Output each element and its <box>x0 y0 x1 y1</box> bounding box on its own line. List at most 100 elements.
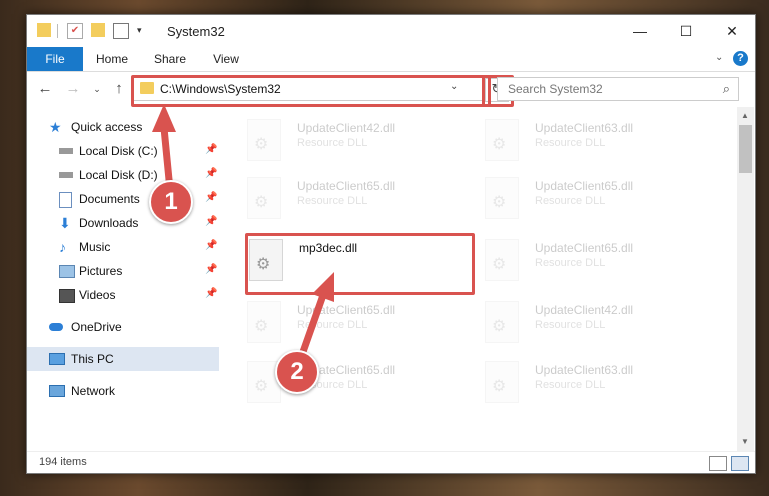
up-button[interactable]: ↑ <box>109 79 129 99</box>
navigation-bar: ← → ⌄ ↑ C:\Windows\System32 ⌄ ↻ Search S… <box>27 73 755 107</box>
file-type: Resource DLL <box>535 257 606 269</box>
step-2-badge: 2 <box>275 350 319 394</box>
dll-file-icon: ⚙ <box>485 361 519 403</box>
maximize-button[interactable]: ☐ <box>663 15 709 47</box>
documents-icon <box>59 192 72 208</box>
file-list: ⚙ UpdateClient42.dll Resource DLL ⚙ Upda… <box>223 107 735 451</box>
sidebar-item-local-disk-d[interactable]: Local Disk (D:) 📌 <box>27 163 219 187</box>
sidebar-item-network[interactable]: Network <box>27 379 219 403</box>
dll-file-icon: ⚙ <box>485 239 519 281</box>
back-button[interactable]: ← <box>35 79 55 99</box>
file-item[interactable]: ⚙ UpdateClient65.dll Resource DLL <box>247 297 467 353</box>
details-view-icon[interactable] <box>709 456 727 471</box>
window-title: System32 <box>167 24 225 39</box>
customize-icon[interactable] <box>113 23 129 39</box>
file-item[interactable]: ⚙ UpdateClient65.dll Resource DLL <box>247 173 467 229</box>
file-item[interactable]: ⚙ UpdateClient42.dll Resource DLL <box>247 115 467 171</box>
pictures-icon <box>59 265 75 278</box>
sidebar-item-label: Quick access <box>71 120 143 134</box>
sidebar-item-label: Music <box>79 240 111 254</box>
sidebar-item-label: Local Disk (C:) <box>79 144 158 158</box>
scroll-up-icon[interactable]: ▲ <box>741 111 749 120</box>
chevron-down-icon[interactable]: ▾ <box>137 23 151 37</box>
pin-icon[interactable]: 📌 <box>205 240 217 251</box>
file-item[interactable]: ⚙ UpdateClient65.dll Resource DLL <box>485 235 705 291</box>
minimize-button[interactable]: — <box>617 15 663 47</box>
sidebar-item-downloads[interactable]: ⬇ Downloads 📌 <box>27 211 219 235</box>
close-button[interactable]: ✕ <box>709 15 755 47</box>
title-bar: ✔ ▾ System32 — ☐ ✕ <box>27 15 755 47</box>
file-name: UpdateClient42.dll <box>297 121 396 135</box>
pin-icon[interactable]: 📌 <box>205 144 217 155</box>
file-explorer-window: ✔ ▾ System32 — ☐ ✕ File Home Share View … <box>26 14 756 474</box>
sidebar-item-label: Network <box>71 384 116 398</box>
search-placeholder[interactable]: Search System32 <box>508 82 603 96</box>
search-icon[interactable]: ⌕ <box>723 81 730 97</box>
expand-ribbon-icon[interactable]: ⌄ <box>715 52 723 63</box>
sidebar-item-label: OneDrive <box>71 320 122 334</box>
dll-file-icon: ⚙ <box>485 119 519 161</box>
sidebar-item-videos[interactable]: Videos 📌 <box>27 283 219 307</box>
sidebar-item-local-disk-c[interactable]: Local Disk (C:) 📌 <box>27 139 219 163</box>
new-folder-icon[interactable] <box>91 23 105 37</box>
pin-icon[interactable]: 📌 <box>205 288 217 299</box>
music-icon: ♪ <box>59 239 66 255</box>
dll-file-icon: ⚙ <box>247 177 281 219</box>
pin-icon[interactable]: 📌 <box>205 216 217 227</box>
pin-icon[interactable]: 📌 <box>205 192 217 203</box>
dll-file-icon: ⚙ <box>485 177 519 219</box>
file-type: Resource DLL <box>297 195 368 207</box>
network-icon <box>49 385 65 397</box>
file-item[interactable]: ⚙ UpdateClient63.dll Resource DLL <box>485 357 705 413</box>
properties-icon[interactable]: ✔ <box>67 23 83 39</box>
folder-icon <box>37 23 51 37</box>
scroll-down-icon[interactable]: ▼ <box>741 437 749 446</box>
item-count: 194 items <box>39 456 87 468</box>
separator <box>57 24 58 38</box>
recent-locations-button[interactable]: ⌄ <box>87 79 107 99</box>
search-input[interactable]: Search System32 ⌕ <box>497 77 739 101</box>
navigation-pane: ★ Quick access Local Disk (C:) 📌 Local D… <box>27 107 219 451</box>
status-bar: 194 items <box>27 451 755 473</box>
file-type: Resource DLL <box>297 137 368 149</box>
scroll-thumb[interactable] <box>739 125 752 173</box>
large-icons-view-icon[interactable] <box>731 456 749 471</box>
file-type: Resource DLL <box>535 379 606 391</box>
file-name: UpdateClient63.dll <box>535 363 634 377</box>
pin-icon[interactable]: 📌 <box>205 168 217 179</box>
file-name: UpdateClient65.dll <box>535 179 634 193</box>
tab-home[interactable]: Home <box>87 47 137 71</box>
tab-file[interactable]: File <box>27 47 83 71</box>
address-highlight <box>131 75 491 107</box>
tab-share[interactable]: Share <box>145 47 195 71</box>
sidebar-item-music[interactable]: ♪ Music 📌 <box>27 235 219 259</box>
sidebar-item-label: Pictures <box>79 264 123 278</box>
help-icon[interactable]: ? <box>733 51 748 66</box>
file-item[interactable]: ⚙ UpdateClient42.dll Resource DLL <box>485 297 705 353</box>
file-name: UpdateClient65.dll <box>297 179 396 193</box>
this-pc-icon <box>49 353 65 365</box>
pin-icon[interactable]: 📌 <box>205 264 217 275</box>
file-item[interactable]: ⚙ UpdateClient63.dll Resource DLL <box>485 115 705 171</box>
ribbon-tabs: File Home Share View ⌄ ? <box>27 47 755 72</box>
file-type: Resource DLL <box>297 319 368 331</box>
sidebar-item-label: This PC <box>71 352 114 366</box>
sidebar-item-onedrive[interactable]: OneDrive <box>27 315 219 339</box>
file-name: UpdateClient63.dll <box>535 121 634 135</box>
file-name: UpdateClient65.dll <box>535 241 634 255</box>
tab-view[interactable]: View <box>203 47 249 71</box>
sidebar-item-quick-access[interactable]: ★ Quick access <box>27 115 219 139</box>
sidebar-item-label: Documents <box>79 192 140 206</box>
sidebar-item-this-pc[interactable]: This PC <box>27 347 219 371</box>
file-item[interactable]: ⚙ UpdateClient65.dll Resource DLL <box>485 173 705 229</box>
drive-icon <box>59 172 73 178</box>
sidebar-item-label: Videos <box>79 288 116 302</box>
file-name: UpdateClient65.dll <box>297 303 396 317</box>
sidebar-item-pictures[interactable]: Pictures 📌 <box>27 259 219 283</box>
file-type: Resource DLL <box>535 195 606 207</box>
dll-file-icon: ⚙ <box>247 301 281 343</box>
star-icon: ★ <box>49 119 62 135</box>
videos-icon <box>59 289 75 303</box>
vertical-scrollbar[interactable]: ▲ ▼ <box>737 107 754 451</box>
forward-button[interactable]: → <box>63 79 83 99</box>
